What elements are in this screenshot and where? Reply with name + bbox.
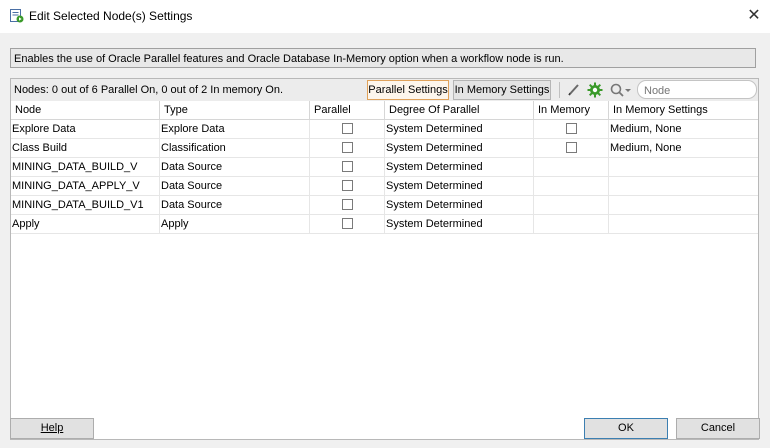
column-header-in-memory[interactable]: In Memory	[534, 101, 609, 119]
dialog-body: Enables the use of Oracle Parallel featu…	[0, 33, 770, 448]
title-bar: Edit Selected Node(s) Settings ✕	[0, 0, 770, 33]
degree-cell: System Determined	[385, 215, 534, 233]
table-row[interactable]: Apply Apply System Determined	[11, 215, 758, 234]
degree-cell: System Determined	[385, 120, 534, 138]
table-row[interactable]: Explore Data Explore Data System Determine…	[11, 120, 758, 139]
parallel-cell	[310, 120, 385, 138]
help-button-label: Help	[40, 422, 64, 434]
nodes-panel: Nodes: 0 out of 6 Parallel On, 0 out of …	[10, 78, 759, 440]
column-header-in-memory-settings[interactable]: In Memory Settings	[609, 101, 758, 119]
table-header: Node Type Parallel Degree Of Parallel In…	[11, 101, 758, 120]
table-row[interactable]: MINING_DATA_BUILD_V Data Source System Det…	[11, 158, 758, 177]
pencil-icon[interactable]	[566, 82, 582, 98]
type-cell: Explore Data	[160, 120, 310, 138]
type-cell: Data Source	[160, 158, 310, 176]
in-memory-checkbox[interactable]	[566, 123, 577, 134]
parallel-checkbox[interactable]	[342, 123, 353, 134]
in-memory-settings-cell: Medium, None	[610, 123, 682, 135]
column-header-type[interactable]: Type	[160, 101, 310, 119]
node-cell: Explore Data	[11, 120, 160, 138]
in-memory-settings-button[interactable]: In Memory Settings	[453, 80, 551, 100]
in-memory-settings-cell	[609, 215, 758, 233]
node-cell: MINING_DATA_BUILD_V1	[11, 196, 160, 214]
toolbar-separator	[559, 82, 560, 98]
column-header-node[interactable]: Node	[11, 101, 160, 119]
in-memory-checkbox[interactable]	[566, 142, 577, 153]
close-icon[interactable]: ✕	[742, 5, 766, 27]
in-memory-cell	[534, 158, 609, 176]
parallel-checkbox[interactable]	[342, 161, 353, 172]
node-cell: Class Build	[11, 139, 160, 157]
degree-cell: System Determined	[385, 177, 534, 195]
gear-icon[interactable]	[587, 82, 603, 98]
in-memory-cell	[534, 177, 609, 195]
nodes-status-text: Nodes: 0 out of 6 Parallel On, 0 out of …	[14, 84, 284, 96]
table-row[interactable]: Class Build Classification System Determin…	[11, 139, 758, 158]
node-search-input[interactable]	[637, 80, 757, 99]
in-memory-cell	[534, 139, 609, 157]
parallel-checkbox[interactable]	[342, 142, 353, 153]
degree-cell: System Determined	[385, 196, 534, 214]
column-header-degree-of-parallel[interactable]: Degree Of Parallel	[385, 101, 534, 119]
type-cell: Apply	[160, 215, 310, 233]
info-message: Enables the use of Oracle Parallel featu…	[10, 48, 756, 68]
parallel-checkbox[interactable]	[342, 218, 353, 229]
parallel-cell	[310, 139, 385, 157]
type-cell: Data Source	[160, 177, 310, 195]
search-icon[interactable]	[609, 82, 637, 98]
in-memory-settings-cell	[609, 177, 758, 195]
in-memory-cell	[534, 196, 609, 214]
in-memory-settings-cell	[609, 158, 758, 176]
help-button[interactable]: Help	[10, 418, 94, 439]
type-cell: Classification	[160, 139, 310, 157]
parallel-cell	[310, 177, 385, 195]
degree-cell: System Determined	[385, 158, 534, 176]
window-title: Edit Selected Node(s) Settings	[29, 9, 193, 23]
in-memory-cell	[534, 120, 609, 138]
parallel-checkbox[interactable]	[342, 180, 353, 191]
degree-cell: System Determined	[385, 139, 534, 157]
table-row[interactable]: MINING_DATA_APPLY_V Data Source System Det…	[11, 177, 758, 196]
node-cell: Apply	[11, 215, 160, 233]
in-memory-settings-cell: Medium, None	[610, 142, 682, 154]
table-row[interactable]: MINING_DATA_BUILD_V1 Data Source System De…	[11, 196, 758, 215]
workflow-settings-icon	[10, 9, 24, 23]
parallel-settings-button[interactable]: Parallel Settings	[367, 80, 449, 100]
node-cell: MINING_DATA_APPLY_V	[11, 177, 160, 195]
parallel-checkbox[interactable]	[342, 199, 353, 210]
parallel-cell	[310, 215, 385, 233]
column-header-parallel[interactable]: Parallel	[310, 101, 385, 119]
in-memory-cell	[534, 215, 609, 233]
parallel-cell	[310, 196, 385, 214]
nodes-toolbar: Nodes: 0 out of 6 Parallel On, 0 out of …	[11, 79, 758, 102]
parallel-cell	[310, 158, 385, 176]
node-cell: MINING_DATA_BUILD_V	[11, 158, 160, 176]
ok-button[interactable]: OK	[584, 418, 668, 439]
type-cell: Data Source	[160, 196, 310, 214]
cancel-button[interactable]: Cancel	[676, 418, 760, 439]
in-memory-settings-cell	[609, 196, 758, 214]
